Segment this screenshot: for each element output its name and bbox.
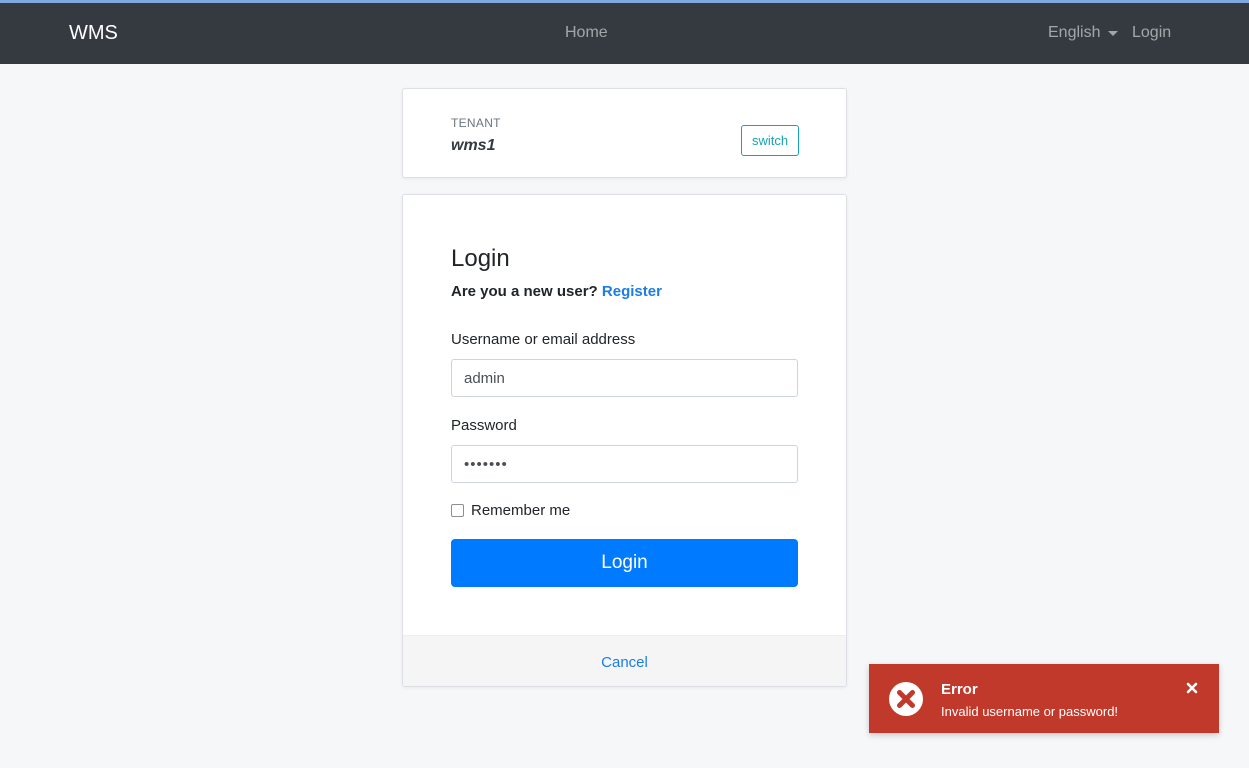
new-user-text: Are you a new user? xyxy=(451,283,598,300)
password-input[interactable] xyxy=(451,445,798,483)
new-user-prompt: Are you a new user? Register xyxy=(451,283,662,300)
error-x-circle-icon xyxy=(889,682,923,716)
close-icon[interactable] xyxy=(1185,681,1199,695)
cancel-link[interactable]: Cancel xyxy=(403,654,846,671)
nav-home-link[interactable]: Home xyxy=(565,23,608,43)
toast-title: Error xyxy=(941,681,978,698)
login-card-footer: Cancel xyxy=(403,635,846,686)
switch-tenant-button[interactable]: switch xyxy=(741,125,799,156)
error-toast: Error Invalid username or password! xyxy=(869,664,1219,733)
login-title: Login xyxy=(451,245,510,272)
language-dropdown[interactable]: English xyxy=(1048,23,1119,43)
caret-down-icon xyxy=(1108,31,1119,36)
login-card: Login Are you a new user? Register Usern… xyxy=(402,194,847,687)
username-input[interactable] xyxy=(451,359,798,397)
tenant-label: TENANT xyxy=(451,116,501,130)
language-label: English xyxy=(1048,24,1101,41)
brand-logo[interactable]: WMS xyxy=(69,21,118,45)
register-link[interactable]: Register xyxy=(602,283,662,300)
nav-login-link[interactable]: Login xyxy=(1132,23,1171,43)
tenant-name: wms1 xyxy=(451,137,496,154)
tenant-card: TENANT wms1 switch xyxy=(402,88,847,178)
login-submit-button[interactable]: Login xyxy=(451,539,798,587)
remember-me-row: Remember me xyxy=(451,502,570,519)
password-label: Password xyxy=(451,417,517,434)
top-navbar: WMS Home English Login xyxy=(0,3,1249,64)
username-label: Username or email address xyxy=(451,331,636,348)
remember-me-checkbox[interactable] xyxy=(451,504,464,517)
remember-me-label[interactable]: Remember me xyxy=(471,502,570,519)
toast-message: Invalid username or password! xyxy=(941,704,1119,719)
